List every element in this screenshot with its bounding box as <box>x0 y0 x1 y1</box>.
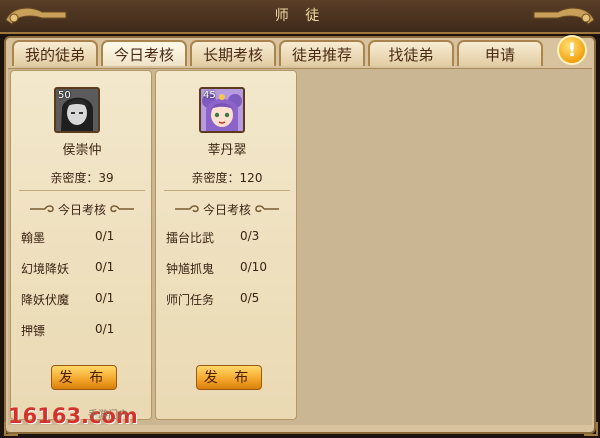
watermark-subtitle: 手游门户 <box>88 410 128 421</box>
divider <box>19 190 145 191</box>
title-bar: 师 徒 <box>0 0 600 34</box>
publish-button[interactable]: 发 布 <box>196 365 262 390</box>
task-count: 0/10 <box>240 260 267 274</box>
tab-long-term-assessment[interactable]: 长期考核 <box>190 40 276 66</box>
avatar[interactable]: 50 <box>54 87 100 133</box>
task-count: 0/1 <box>95 291 115 305</box>
disciple-card-2: 45 莘丹翠 亲密度：120 今日考核 擂台比武 0/3 钟馗抓鬼 0/10 师… <box>155 70 297 420</box>
tab-find-disciple[interactable]: 找徒弟 <box>368 40 454 66</box>
task-count: 0/1 <box>95 229 115 243</box>
task-name: 擂台比武 <box>166 231 215 245</box>
disciple-card-1: 50 侯崇仲 亲密度：39 今日考核 翰墨 0/1 幻境降妖 0/1 降妖伏魔 … <box>10 70 152 420</box>
task-count: 0/1 <box>95 260 115 274</box>
avatar[interactable]: 45 <box>199 87 245 133</box>
tab-disciple-recommend[interactable]: 徒弟推荐 <box>279 40 365 66</box>
publish-button[interactable]: 发 布 <box>51 365 117 390</box>
task-count: 0/3 <box>240 229 260 243</box>
cloud-ornament-right-icon <box>255 205 279 213</box>
game-window: 师 徒 我的徒弟 今日考核 长期考核 徒弟推荐 找徒弟 申请 ! 50 侯崇仲 … <box>0 0 600 438</box>
task-count: 0/1 <box>95 322 115 336</box>
window-title: 师 徒 <box>274 8 326 24</box>
intimacy-value: 亲密度：39 <box>50 171 114 185</box>
level-badge: 50 <box>58 90 71 101</box>
disciple-name: 侯崇仲 <box>62 143 102 158</box>
tab-my-disciples[interactable]: 我的徒弟 <box>12 40 98 66</box>
task-name: 幻境降妖 <box>21 262 70 276</box>
corner-ornament <box>584 422 598 436</box>
divider <box>164 190 290 191</box>
tab-today-assessment[interactable]: 今日考核 <box>101 40 187 66</box>
task-name: 翰墨 <box>21 231 46 245</box>
exclamation-icon: ! <box>567 39 577 61</box>
task-count: 0/5 <box>240 291 260 305</box>
level-badge: 45 <box>203 90 216 101</box>
task-name: 钟馗抓鬼 <box>166 262 215 276</box>
tab-applications[interactable]: 申请 <box>457 40 543 66</box>
task-name: 降妖伏魔 <box>21 293 70 307</box>
scroll-ornament-right <box>533 7 595 25</box>
task-name: 师门任务 <box>166 293 215 307</box>
disciple-name: 莘丹翠 <box>207 143 247 158</box>
cloud-ornament-right-icon <box>110 205 134 213</box>
task-name: 押镖 <box>21 324 46 338</box>
intimacy-value: 亲密度：120 <box>191 171 263 185</box>
info-button[interactable]: ! <box>557 35 587 65</box>
